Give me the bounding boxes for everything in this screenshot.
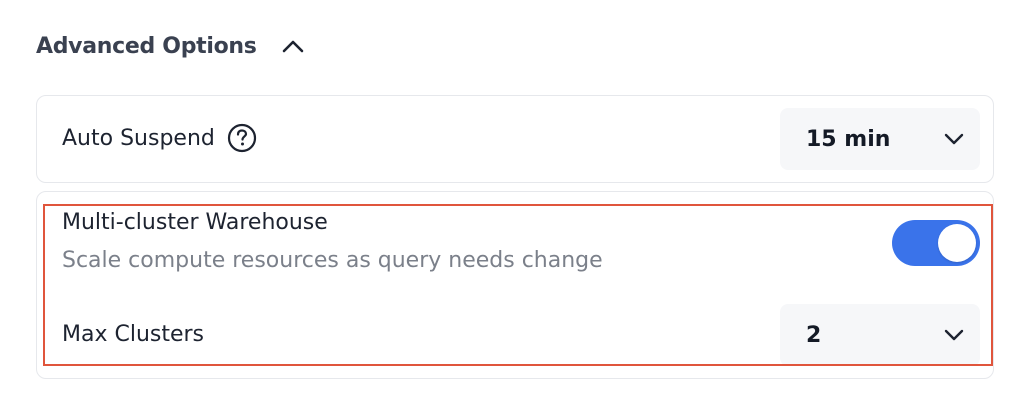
auto-suspend-label: Auto Suspend	[62, 125, 215, 151]
multi-cluster-description: Scale compute resources as query needs c…	[62, 248, 603, 273]
multi-cluster-card: Multi-cluster Warehouse Scale compute re…	[36, 191, 994, 379]
multi-cluster-toggle[interactable]	[892, 220, 980, 266]
chevron-down-icon	[944, 329, 964, 341]
advanced-options-header[interactable]: Advanced Options	[36, 30, 305, 62]
section-title: Advanced Options	[36, 33, 257, 59]
chevron-up-icon[interactable]	[281, 34, 305, 58]
toggle-knob	[938, 224, 976, 262]
multi-cluster-title: Multi-cluster Warehouse	[62, 210, 328, 235]
question-mark-icon[interactable]	[227, 123, 257, 153]
max-clusters-select[interactable]: 2	[780, 304, 980, 366]
auto-suspend-label-group: Auto Suspend	[62, 123, 257, 153]
auto-suspend-value: 15 min	[806, 126, 891, 152]
max-clusters-label: Max Clusters	[62, 322, 205, 347]
auto-suspend-card: Auto Suspend 15 min	[36, 95, 994, 183]
max-clusters-value: 2	[806, 322, 822, 348]
chevron-down-icon	[944, 133, 964, 145]
auto-suspend-select[interactable]: 15 min	[780, 108, 980, 170]
